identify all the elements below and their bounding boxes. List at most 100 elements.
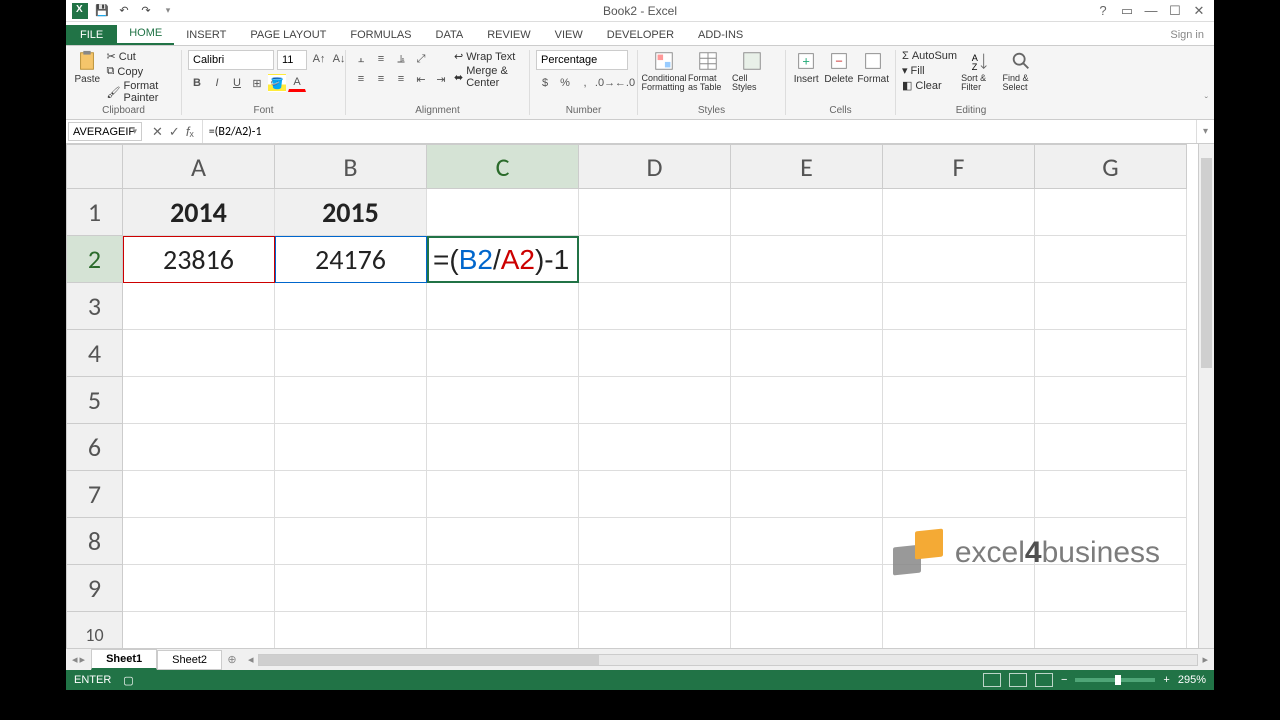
cell-G6[interactable] — [1035, 424, 1187, 471]
cell-B1[interactable]: 2015 — [275, 189, 427, 236]
cell-A9[interactable] — [123, 565, 275, 612]
cell-E6[interactable] — [731, 424, 883, 471]
sign-in-link[interactable]: Sign in — [1160, 25, 1214, 45]
align-left-icon[interactable]: ≡ — [352, 70, 370, 88]
wrap-text-button[interactable]: ↩Wrap Text — [454, 50, 523, 63]
hscroll-right-icon[interactable]: ▸ — [1202, 653, 1208, 666]
insert-cells-button[interactable]: +Insert — [792, 50, 820, 85]
cell-C1[interactable] — [427, 189, 579, 236]
conditional-formatting-button[interactable]: Conditional Formatting — [644, 50, 684, 92]
zoom-level[interactable]: 295% — [1178, 674, 1206, 686]
copy-button[interactable]: ⧉Copy — [107, 65, 175, 78]
spreadsheet-grid[interactable]: A B C D E F G 1 2014 2015 2 23816 — [66, 144, 1214, 648]
decrease-decimal-icon[interactable]: ←.0 — [616, 74, 634, 92]
tab-formulas[interactable]: FORMULAS — [338, 25, 423, 45]
cell-C4[interactable] — [427, 330, 579, 377]
cell-C5[interactable] — [427, 377, 579, 424]
cell-A8[interactable] — [123, 518, 275, 565]
next-sheet-icon[interactable]: ▸ — [80, 653, 86, 666]
cell-F1[interactable] — [883, 189, 1035, 236]
increase-indent-icon[interactable]: ⇥ — [432, 70, 450, 88]
cell-B6[interactable] — [275, 424, 427, 471]
expand-formula-bar-icon[interactable]: ▾ — [1196, 120, 1214, 143]
page-break-view-icon[interactable] — [1035, 673, 1053, 687]
cell-D3[interactable] — [579, 283, 731, 330]
row-header-4[interactable]: 4 — [67, 330, 123, 377]
qat-customize-icon[interactable]: ▾ — [160, 3, 176, 19]
cell-B3[interactable] — [275, 283, 427, 330]
fill-color-button[interactable]: 🪣 — [268, 74, 286, 92]
help-icon[interactable]: ? — [1092, 2, 1114, 20]
sort-filter-button[interactable]: AZSort & Filter — [961, 50, 998, 92]
font-color-button[interactable]: A — [288, 74, 306, 92]
border-button[interactable]: ⊞ — [248, 74, 266, 92]
col-header-F[interactable]: F — [883, 145, 1035, 189]
zoom-out-icon[interactable]: − — [1061, 674, 1067, 686]
merge-center-button[interactable]: ⬌Merge & Center — [454, 65, 523, 89]
cell-D9[interactable] — [579, 565, 731, 612]
hscroll-thumb[interactable] — [259, 655, 599, 665]
tab-review[interactable]: REVIEW — [475, 25, 542, 45]
cell-A2[interactable]: 23816 — [123, 236, 275, 283]
cell-E9[interactable] — [731, 565, 883, 612]
tab-data[interactable]: DATA — [424, 25, 476, 45]
row-header-10[interactable]: 10 — [67, 612, 123, 649]
col-header-C[interactable]: C — [427, 145, 579, 189]
tab-developer[interactable]: DEVELOPER — [595, 25, 686, 45]
cell-styles-button[interactable]: Cell Styles — [732, 50, 772, 92]
maximize-icon[interactable]: ☐ — [1164, 2, 1186, 20]
row-header-1[interactable]: 1 — [67, 189, 123, 236]
row-header-3[interactable]: 3 — [67, 283, 123, 330]
enter-formula-icon[interactable]: ✓ — [169, 124, 180, 140]
select-all-corner[interactable] — [67, 145, 123, 189]
col-header-D[interactable]: D — [579, 145, 731, 189]
cell-D6[interactable] — [579, 424, 731, 471]
col-header-A[interactable]: A — [123, 145, 275, 189]
close-icon[interactable]: ✕ — [1188, 2, 1210, 20]
cell-C6[interactable] — [427, 424, 579, 471]
cell-D1[interactable] — [579, 189, 731, 236]
tab-insert[interactable]: INSERT — [174, 25, 238, 45]
zoom-slider[interactable] — [1075, 678, 1155, 682]
paste-button[interactable]: Paste — [72, 50, 103, 85]
orientation-icon[interactable]: ⤢ — [412, 50, 430, 68]
align-bottom-icon[interactable]: ⫡ — [392, 50, 410, 68]
cell-D7[interactable] — [579, 471, 731, 518]
cell-B2[interactable]: 24176 — [275, 236, 427, 283]
cell-B5[interactable] — [275, 377, 427, 424]
col-header-E[interactable]: E — [731, 145, 883, 189]
cell-G7[interactable] — [1035, 471, 1187, 518]
cell-G10[interactable] — [1035, 612, 1187, 649]
vertical-scrollbar[interactable] — [1198, 144, 1214, 648]
italic-button[interactable]: I — [208, 74, 226, 92]
cell-E8[interactable] — [731, 518, 883, 565]
cell-G2[interactable] — [1035, 236, 1187, 283]
cell-C9[interactable] — [427, 565, 579, 612]
undo-icon[interactable]: ↶ — [116, 3, 132, 19]
cell-A6[interactable] — [123, 424, 275, 471]
cell-A5[interactable] — [123, 377, 275, 424]
cancel-formula-icon[interactable]: ✕ — [152, 124, 163, 140]
redo-icon[interactable]: ↷ — [138, 3, 154, 19]
cell-E10[interactable] — [731, 612, 883, 649]
cell-D10[interactable] — [579, 612, 731, 649]
fill-button[interactable]: ▾Fill — [902, 64, 957, 77]
cell-F5[interactable] — [883, 377, 1035, 424]
row-header-2[interactable]: 2 — [67, 236, 123, 283]
cell-B4[interactable] — [275, 330, 427, 377]
comma-icon[interactable]: , — [576, 74, 594, 92]
decrease-indent-icon[interactable]: ⇤ — [412, 70, 430, 88]
cell-G5[interactable] — [1035, 377, 1187, 424]
find-select-button[interactable]: Find & Select — [1003, 50, 1040, 92]
row-header-9[interactable]: 9 — [67, 565, 123, 612]
cell-E7[interactable] — [731, 471, 883, 518]
cell-D5[interactable] — [579, 377, 731, 424]
cell-D8[interactable] — [579, 518, 731, 565]
cell-C7[interactable] — [427, 471, 579, 518]
cell-F2[interactable] — [883, 236, 1035, 283]
cell-A7[interactable] — [123, 471, 275, 518]
number-format-select[interactable] — [536, 50, 628, 70]
cell-G3[interactable] — [1035, 283, 1187, 330]
insert-function-icon[interactable]: fₓ — [186, 124, 194, 139]
cell-A4[interactable] — [123, 330, 275, 377]
